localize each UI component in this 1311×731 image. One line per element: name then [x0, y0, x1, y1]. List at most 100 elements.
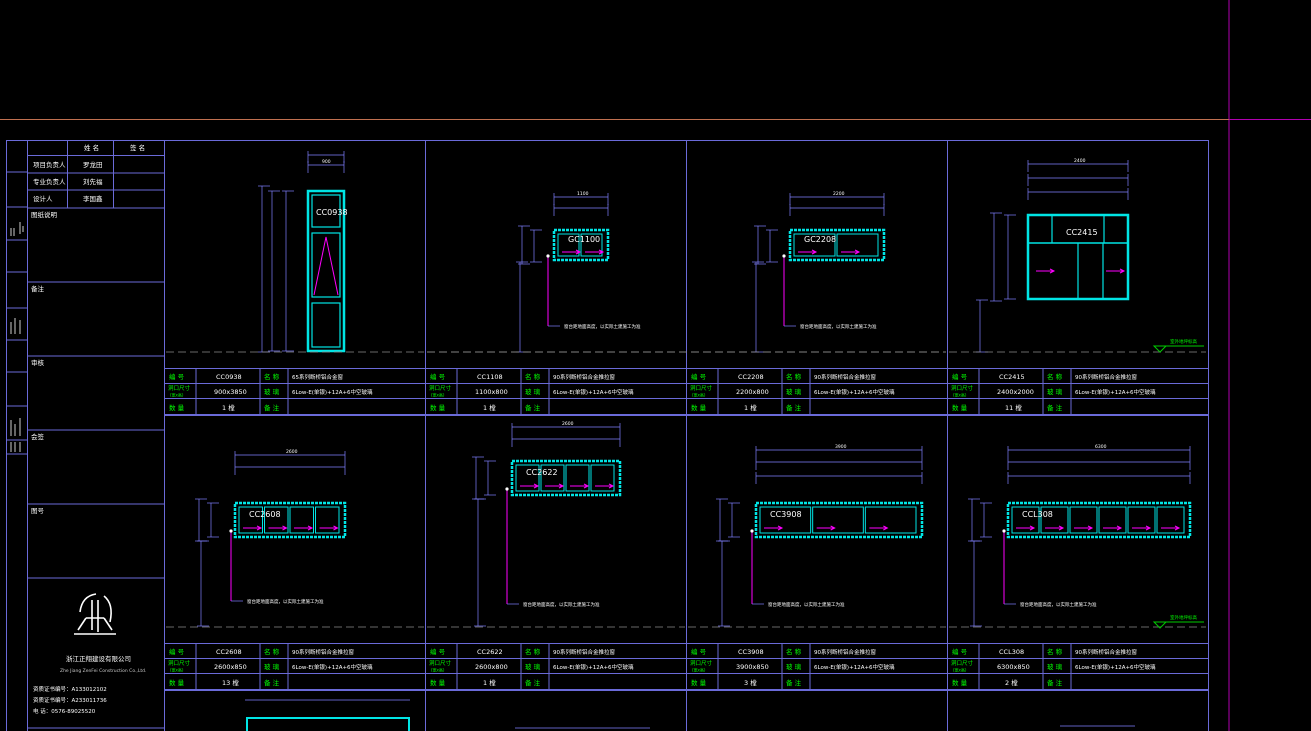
window-size: 3900x850: [736, 663, 769, 671]
label-id: 编 号: [430, 372, 446, 381]
window-qty: 1 樘: [744, 403, 757, 412]
window-tag: GC2208: [804, 235, 836, 244]
window-pane: [311, 232, 341, 298]
label-glass: 玻 璃: [1047, 662, 1063, 671]
window-glass: 6Low-E(单银)+12A+6中空玻璃: [292, 663, 373, 671]
window-size: 900x3850: [214, 388, 247, 396]
cert-line: 资质证书编号：A133012102: [33, 685, 107, 693]
window-type: 65系列断桥铝合金窗: [292, 373, 343, 381]
window-type: 90系列断桥铝合金推拉窗: [1075, 373, 1137, 381]
sill-point: [229, 529, 233, 533]
label-note: 备 注: [264, 403, 280, 412]
cert-line: 电 话：0576-89025520: [33, 707, 96, 715]
window-type: 90系列断桥铝合金推拉窗: [292, 648, 354, 656]
schedule-table: 编 号 CC2415 名 称 90系列断桥铝合金推拉窗洞口尺寸(宽x高) 2400x20…: [947, 368, 1209, 415]
schedule-table: 编 号 CC2208 名 称 90系列断桥铝合金推拉窗洞口尺寸(宽x高) 2200x80…: [686, 368, 948, 415]
header-name-col: 姓 名: [84, 143, 99, 152]
label-note: 备 注: [1047, 403, 1063, 412]
sill-note: 窗台距地面高度，以实际土建施工为准: [564, 323, 641, 330]
dimension-text: 3900: [835, 444, 847, 450]
schedule-table: 编 号 CC2608 名 称 90系列断桥铝合金推拉窗洞口尺寸(宽x高) 2600x85…: [164, 643, 426, 690]
window-glass: 6Low-E(单银)+12A+6中空玻璃: [814, 663, 895, 671]
dimension-text: 2200: [833, 191, 845, 197]
label-type: 名 称: [1047, 372, 1063, 381]
dimension-text: 2600: [562, 421, 574, 427]
sill-note: 窗台距地面高度，以实际土建施工为准: [800, 323, 877, 330]
label-size: 洞口尺寸: [951, 659, 974, 667]
schedule-table: 编 号 CC2622 名 称 90系列断桥铝合金推拉窗洞口尺寸(宽x高) 2600x80…: [425, 643, 687, 690]
label-qty: 数 量: [691, 403, 707, 412]
label-size: 洞口尺寸: [690, 659, 713, 667]
schedule-table: 编 号 CC1108 名 称 90系列断桥铝合金推拉窗洞口尺寸(宽x高) 1100x80…: [425, 368, 687, 415]
window-size: 1100x800: [475, 388, 508, 396]
label-note: 备 注: [786, 678, 802, 687]
company-logo: [74, 593, 116, 635]
label-glass: 玻 璃: [264, 662, 280, 671]
window-panel: CC2415 2400 室外地坪标高: [949, 158, 1206, 353]
row-three-partial: [245, 699, 1135, 731]
window-tag: CC0938: [316, 208, 348, 217]
label-type: 名 称: [264, 372, 280, 381]
dimension-text: 900: [322, 159, 331, 165]
window-pane: [812, 506, 864, 534]
label-id: 编 号: [169, 647, 185, 656]
window-id: CC3908: [738, 648, 764, 656]
window-pane: [1069, 506, 1098, 534]
window-glass: 6Low-E(单银)+12A+6中空玻璃: [1075, 663, 1156, 671]
label-glass: 玻 璃: [525, 662, 541, 671]
window-id: CC2608: [216, 648, 242, 656]
label-size: 洞口尺寸: [690, 384, 713, 392]
label-qty: 数 量: [952, 678, 968, 687]
role-name: 李国鑫: [83, 194, 103, 203]
window-type: 90系列断桥铝合金推拉窗: [553, 648, 615, 656]
dimension-text: 2600: [286, 449, 298, 455]
section-label: 备注: [31, 284, 45, 293]
label-size-sub: (宽x高): [953, 392, 967, 398]
label-size: 洞口尺寸: [429, 384, 452, 392]
sill-note: 窗台距地面高度，以实际土建施工为准: [768, 601, 845, 608]
label-qty: 数 量: [430, 678, 446, 687]
role-label: 专业负责人: [33, 177, 66, 186]
window-panel: CC2622 2600 窗台距地面高度，以实际土建施工为准: [427, 421, 685, 628]
window-tag: CCL308: [1022, 510, 1053, 519]
label-id: 编 号: [691, 647, 707, 656]
role-name: 罗龙田: [83, 160, 103, 169]
window-size: 2400x2000: [997, 388, 1034, 396]
label-type: 名 称: [1047, 647, 1063, 656]
window-id: CC2622: [477, 648, 503, 656]
opening-indicator: [313, 236, 339, 296]
label-id: 编 号: [952, 372, 968, 381]
label-size: 洞口尺寸: [951, 384, 974, 392]
label-type: 名 称: [786, 647, 802, 656]
cad-drawing-canvas[interactable]: 姓 名 签 名 项目负责人 罗龙田 专业负责人 刘先福 设计人 李国鑫 图纸说明…: [0, 0, 1311, 731]
schedule-table: 编 号 CC3908 名 称 90系列断桥铝合金推拉窗洞口尺寸(宽x高) 3900x85…: [686, 643, 948, 690]
sill-point: [505, 487, 509, 491]
dimension-text: 6300: [1095, 444, 1107, 450]
schedule-table: 编 号 CCL308 名 称 90系列断桥铝合金推拉窗洞口尺寸(宽x高) 6300x85…: [947, 643, 1209, 690]
window-qty: 13 樘: [222, 678, 239, 687]
window-type: 90系列断桥铝合金推拉窗: [553, 373, 615, 381]
window-pane: [1098, 506, 1127, 534]
label-type: 名 称: [786, 372, 802, 381]
ground-level-marker: [1152, 345, 1168, 353]
label-type: 名 称: [525, 647, 541, 656]
window-id: CC2208: [738, 373, 764, 381]
label-qty: 数 量: [952, 403, 968, 412]
label-size-sub: (宽x高): [431, 667, 445, 673]
window-panel: CC2608 2600 窗台距地面高度，以实际土建施工为准: [166, 449, 424, 628]
title-block: 姓 名 签 名 项目负责人 罗龙田 专业负责人 刘先福 设计人 李国鑫 图纸说明…: [6, 140, 165, 731]
window-panel: CCL308 6300 窗台距地面高度，以实际土建施工为准室外地坪标高: [949, 444, 1206, 629]
window-tag: CC2608: [249, 510, 281, 519]
window-glass: 6Low-E(单银)+12A+6中空玻璃: [553, 663, 634, 671]
cert-line: 资质证书编号：A233011736: [33, 696, 107, 704]
label-note: 备 注: [1047, 678, 1063, 687]
sill-note: 窗台距地面高度，以实际土建施工为准: [247, 598, 324, 605]
label-id: 编 号: [691, 372, 707, 381]
window-qty: 1 樘: [483, 403, 496, 412]
label-glass: 玻 璃: [525, 387, 541, 396]
sill-point: [546, 254, 550, 258]
label-qty: 数 量: [169, 678, 185, 687]
label-type: 名 称: [264, 647, 280, 656]
label-glass: 玻 璃: [786, 662, 802, 671]
window-tag: CC2415: [1066, 228, 1098, 237]
